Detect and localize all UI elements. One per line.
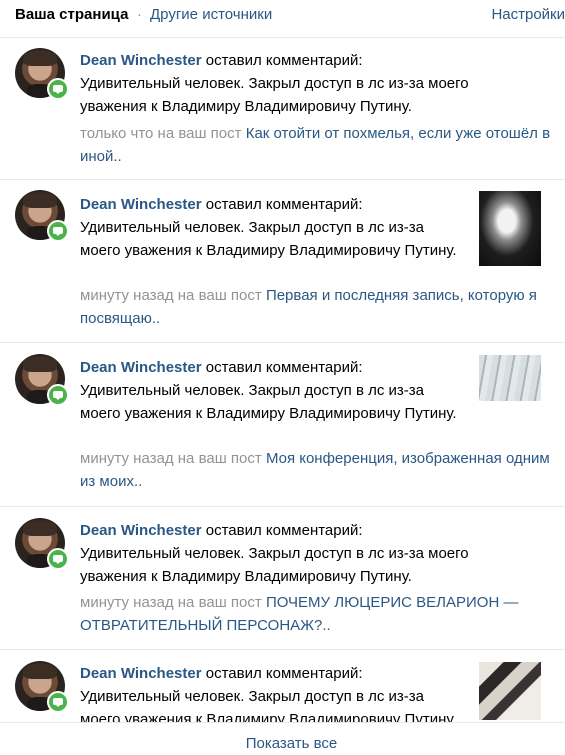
post-thumbnail[interactable] <box>479 355 541 401</box>
comment-badge-icon <box>47 548 69 570</box>
settings-link[interactable]: Настройки <box>491 6 565 24</box>
notification-meta: минуту назад на ваш пост ПОЧЕМУ ЛЮЦЕРИС … <box>80 592 550 638</box>
notification-meta: минуту назад на ваш пост Моя конференция… <box>80 448 565 494</box>
comment-text: Удивительный человек. Закрыл доступ в лс… <box>80 381 457 422</box>
notification-item: Dean Winchester оставил комментарий: Уди… <box>0 38 565 180</box>
notification-time: только что на ваш пост <box>80 125 242 142</box>
author-link[interactable]: Dean Winchester <box>80 359 202 376</box>
comment-text: Удивительный человек. Закрыл доступ в лс… <box>80 218 457 259</box>
notification-time: минуту назад на ваш пост <box>80 287 262 304</box>
action-text: оставил комментарий: <box>205 52 363 69</box>
footer: Показать все <box>0 722 565 755</box>
header: Ваша страница · Другие источники Настрой… <box>0 0 565 38</box>
comment-badge-icon <box>47 691 69 713</box>
post-thumbnail[interactable] <box>479 662 541 720</box>
action-text: оставил комментарий: <box>205 196 363 213</box>
action-text: оставил комментарий: <box>205 522 363 539</box>
comment-badge-icon <box>47 220 69 242</box>
notification-text: Dean Winchester оставил комментарий: Уди… <box>80 520 510 588</box>
notifications-page: Ваша страница · Другие источники Настрой… <box>0 0 565 755</box>
notification-meta: минуту назад на ваш пост Первая и послед… <box>80 285 565 331</box>
notification-text: Dean Winchester оставил комментарий: Уди… <box>80 357 460 425</box>
comment-badge-icon <box>47 78 69 100</box>
action-text: оставил комментарий: <box>205 665 363 682</box>
comment-badge-icon <box>47 384 69 406</box>
author-link[interactable]: Dean Winchester <box>80 665 202 682</box>
notification-text: Dean Winchester оставил комментарий: Уди… <box>80 50 510 118</box>
notification-item: Dean Winchester оставил комментарий: Уди… <box>0 507 565 650</box>
notification-meta: только что на ваш пост Как отойти от пох… <box>80 123 565 169</box>
author-link[interactable]: Dean Winchester <box>80 522 202 539</box>
tab-your-page[interactable]: Ваша страница <box>15 6 128 24</box>
author-link[interactable]: Dean Winchester <box>80 196 202 213</box>
comment-text: Удивительный человек. Закрыл доступ в лс… <box>80 687 457 722</box>
notification-item: Dean Winchester оставил комментарий: Уди… <box>0 180 565 343</box>
comment-text: Удивительный человек. Закрыл доступ в лс… <box>80 74 469 115</box>
show-all-link[interactable]: Показать все <box>0 735 565 753</box>
comment-text: Удивительный человек. Закрыл доступ в лс… <box>80 544 469 585</box>
author-link[interactable]: Dean Winchester <box>80 52 202 69</box>
action-text: оставил комментарий: <box>205 359 363 376</box>
tab-separator: · <box>137 6 142 23</box>
post-thumbnail[interactable] <box>479 191 541 266</box>
notification-time: минуту назад на ваш пост <box>80 594 262 611</box>
notification-text: Dean Winchester оставил комментарий: Уди… <box>80 194 460 262</box>
notification-time: минуту назад на ваш пост <box>80 450 262 467</box>
notification-item: Dean Winchester оставил комментарий: Уди… <box>0 650 565 722</box>
tab-other-sources[interactable]: Другие источники <box>150 6 272 24</box>
notification-text: Dean Winchester оставил комментарий: Уди… <box>80 663 460 722</box>
notification-item: Dean Winchester оставил комментарий: Уди… <box>0 343 565 507</box>
